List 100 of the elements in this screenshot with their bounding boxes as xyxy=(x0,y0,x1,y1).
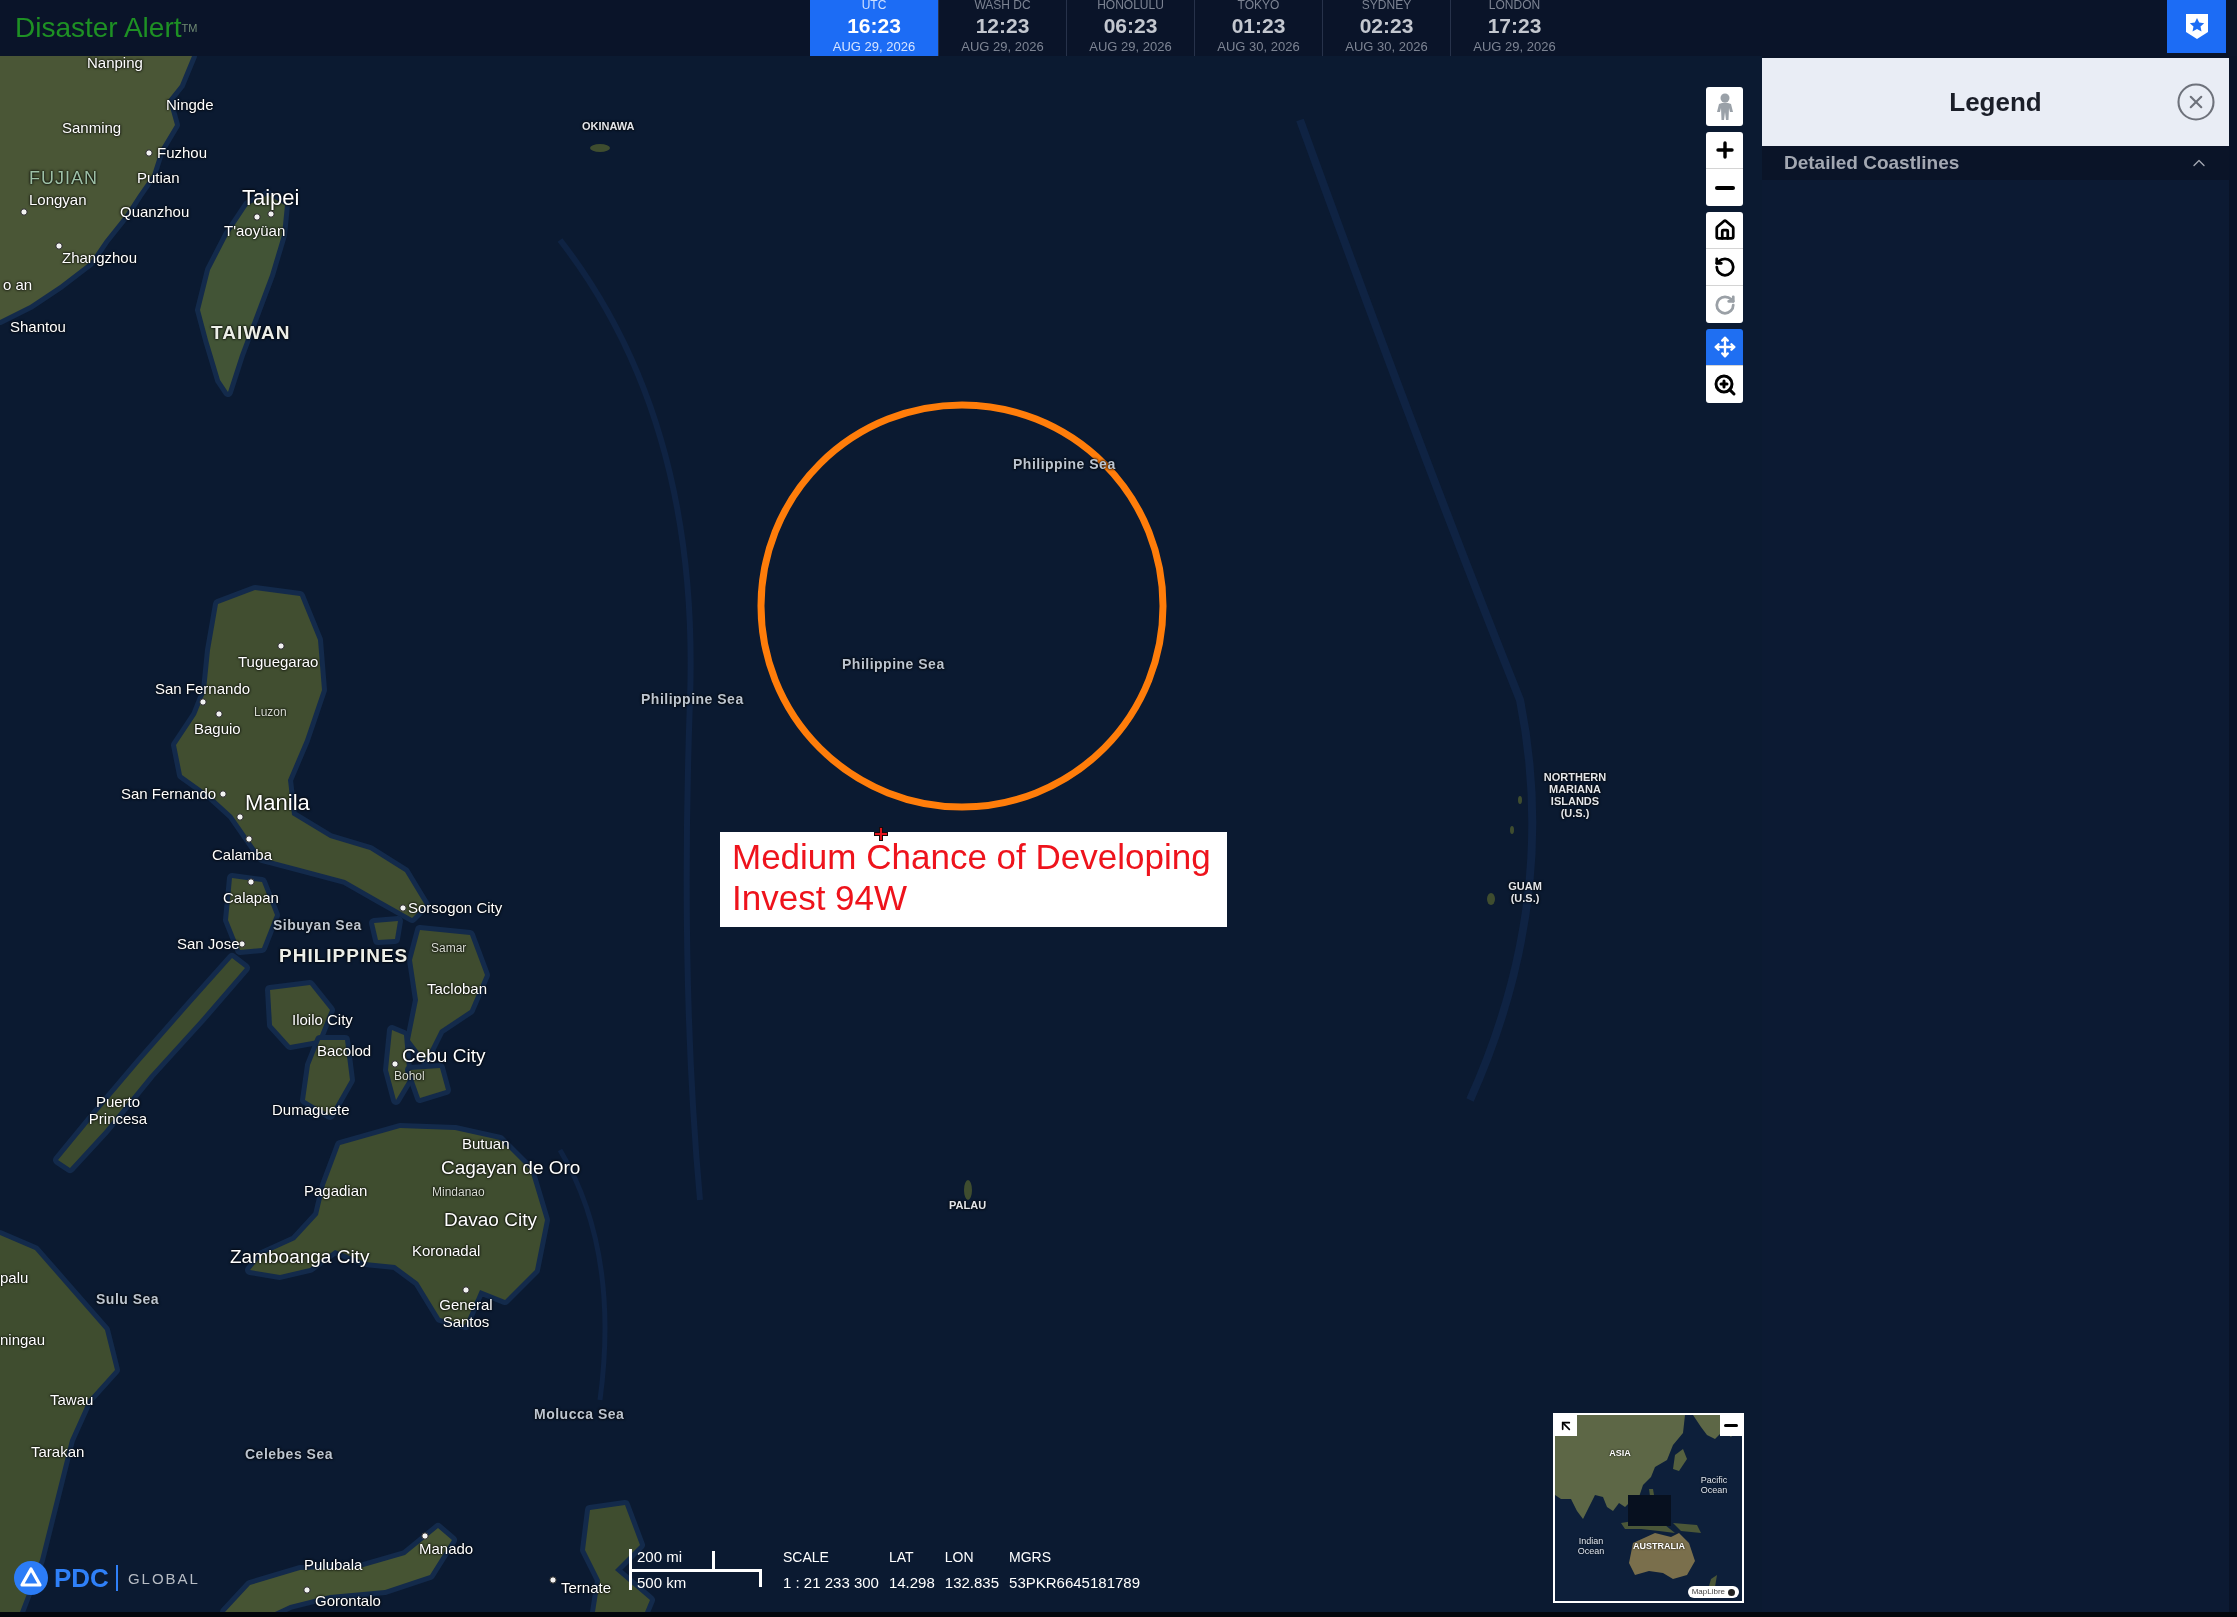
brand-suffix: GLOBAL xyxy=(127,1570,200,1586)
satellite-map-drawing[interactable] xyxy=(0,56,1762,1612)
triangle-logo-icon xyxy=(14,1561,48,1595)
scale-bar-label: 200 mi xyxy=(637,1549,683,1565)
city-label: San Jose xyxy=(177,935,240,953)
readout-value: 1 : 21 233 300 xyxy=(783,1575,879,1591)
overview-map-label: ASIA xyxy=(1609,1448,1631,1458)
city-label: General Santos xyxy=(438,1296,494,1330)
city-dot-icon xyxy=(462,1286,470,1294)
city-label: Nanping xyxy=(87,56,143,72)
extent-history-button[interactable] xyxy=(1706,249,1743,286)
city-label: Tuguegarao xyxy=(238,653,319,671)
territory-label: NORTHERN MARIANA ISLANDS (U.S.) xyxy=(1542,771,1608,819)
territory-label: PALAU xyxy=(949,1199,987,1211)
minus-icon xyxy=(1724,1424,1738,1427)
city-label: Puerto Princesa xyxy=(87,1093,149,1127)
city-dot-icon xyxy=(391,1060,399,1068)
city-label: Calapan xyxy=(223,889,279,907)
city-label: Calamba xyxy=(212,846,273,864)
city-label: Tarakan xyxy=(31,1443,85,1461)
app-title: Disaster Alert$^{TM}$ xyxy=(15,14,198,42)
city-label: Ningde xyxy=(166,96,214,114)
city-label: Manado xyxy=(419,1540,474,1558)
islet-shape xyxy=(964,1180,972,1200)
city-dot-icon xyxy=(421,1532,429,1540)
move-arrows-icon xyxy=(1713,336,1736,358)
home-icon xyxy=(1713,219,1736,241)
readout-label: SCALE xyxy=(783,1549,830,1565)
city-label: Bacolod xyxy=(317,1042,372,1060)
city-dot-icon xyxy=(145,149,153,157)
city-label: Iloilo City xyxy=(292,1011,353,1029)
clock-tab[interactable]: UTC 16:23 AUG 29, 2026 xyxy=(810,0,938,56)
city-dot-icon xyxy=(253,213,261,221)
city-label: Pagadian xyxy=(304,1182,368,1200)
city-label: ningau xyxy=(0,1331,46,1349)
city-label: Zhangzhou xyxy=(62,249,138,267)
readout-value: 14.298 xyxy=(888,1575,935,1591)
city-label: T'aoyüan xyxy=(224,222,286,240)
region-label: Mindanao xyxy=(432,1186,485,1200)
city-dot-icon xyxy=(236,813,244,821)
region-label: FUJIAN xyxy=(29,169,98,189)
view-extent-rectangle xyxy=(1628,1495,1671,1526)
readout-value: 53PKR6645181789 xyxy=(1009,1575,1140,1591)
zoom-in-button[interactable] xyxy=(1706,132,1743,169)
plus-marker-icon xyxy=(874,827,888,841)
country-label: PHILIPPINES xyxy=(279,945,409,967)
city-label: San Fernando xyxy=(121,785,217,803)
city-dot-icon xyxy=(277,642,285,650)
home-button[interactable] xyxy=(1706,212,1743,249)
city-label: Quanzhou xyxy=(120,203,190,221)
islet-shape xyxy=(1510,826,1514,834)
islet-shape xyxy=(1487,893,1495,905)
legend-title: Legend xyxy=(1949,85,2042,119)
city-label: San Fernando xyxy=(155,680,251,698)
city-dot-icon xyxy=(215,710,223,718)
person-icon xyxy=(1715,92,1734,121)
zoom-out-button[interactable] xyxy=(1706,169,1743,206)
city-label: Tawau xyxy=(50,1391,94,1409)
city-label: Dumaguete xyxy=(272,1101,350,1119)
readout-label: MGRS xyxy=(1009,1549,1053,1565)
readout-label: LAT xyxy=(888,1549,915,1565)
storm-callout-label: Medium Chance of Developing Invest 94W xyxy=(720,832,1227,927)
city-label: Gorontalo xyxy=(315,1592,381,1610)
territory-label: GUAM (U.S.) xyxy=(1507,880,1543,904)
city-dot-icon xyxy=(247,878,255,886)
attribution-link[interactable]: MapLibre xyxy=(1687,1586,1739,1598)
city-label: Manila xyxy=(245,790,310,816)
city-label: Sanming xyxy=(62,119,122,137)
city-label: Ternate xyxy=(561,1579,612,1597)
city-dot-icon xyxy=(399,904,407,912)
readout-label: LON xyxy=(944,1549,975,1565)
map-tool-button[interactable] xyxy=(1706,366,1743,403)
city-dot-icon xyxy=(199,698,207,706)
close-button[interactable] xyxy=(2175,81,2217,123)
city-dot-icon xyxy=(20,208,28,216)
region-label: Bohol xyxy=(394,1070,425,1084)
expand-overview-button[interactable] xyxy=(1555,1415,1577,1436)
city-label: palu xyxy=(0,1269,29,1287)
minus-icon xyxy=(1714,185,1735,190)
rotate-right-icon xyxy=(1713,293,1736,316)
bookmark-button[interactable] xyxy=(2167,0,2226,53)
city-dot-icon xyxy=(238,940,246,948)
street-view-button[interactable] xyxy=(1706,87,1743,126)
scale-bar-label: 500 km xyxy=(637,1575,687,1591)
rotate-left-icon xyxy=(1713,256,1736,278)
overview-map[interactable]: ASIA Pacific Ocean Indian Ocean AUSTRALIA MapLibre xyxy=(1553,1413,1744,1603)
sea-label: Sulu Sea xyxy=(96,1292,160,1308)
city-label: Butuan xyxy=(462,1135,510,1153)
city-label: Sorsogon City xyxy=(408,899,503,917)
city-label: Koronadal xyxy=(412,1242,481,1260)
city-label: Pulubala xyxy=(304,1556,363,1574)
city-label: Shantou xyxy=(10,318,66,336)
collapse-overview-button[interactable] xyxy=(1720,1415,1742,1436)
star-badge-icon xyxy=(2184,13,2209,40)
city-label: Baguio xyxy=(194,720,241,738)
city-dot-icon xyxy=(245,835,253,843)
city-dot-icon xyxy=(267,210,275,218)
region-label: Samar xyxy=(431,942,467,956)
city-label: Cagayan de Oro xyxy=(441,1157,581,1179)
city-dot-icon xyxy=(549,1576,557,1584)
